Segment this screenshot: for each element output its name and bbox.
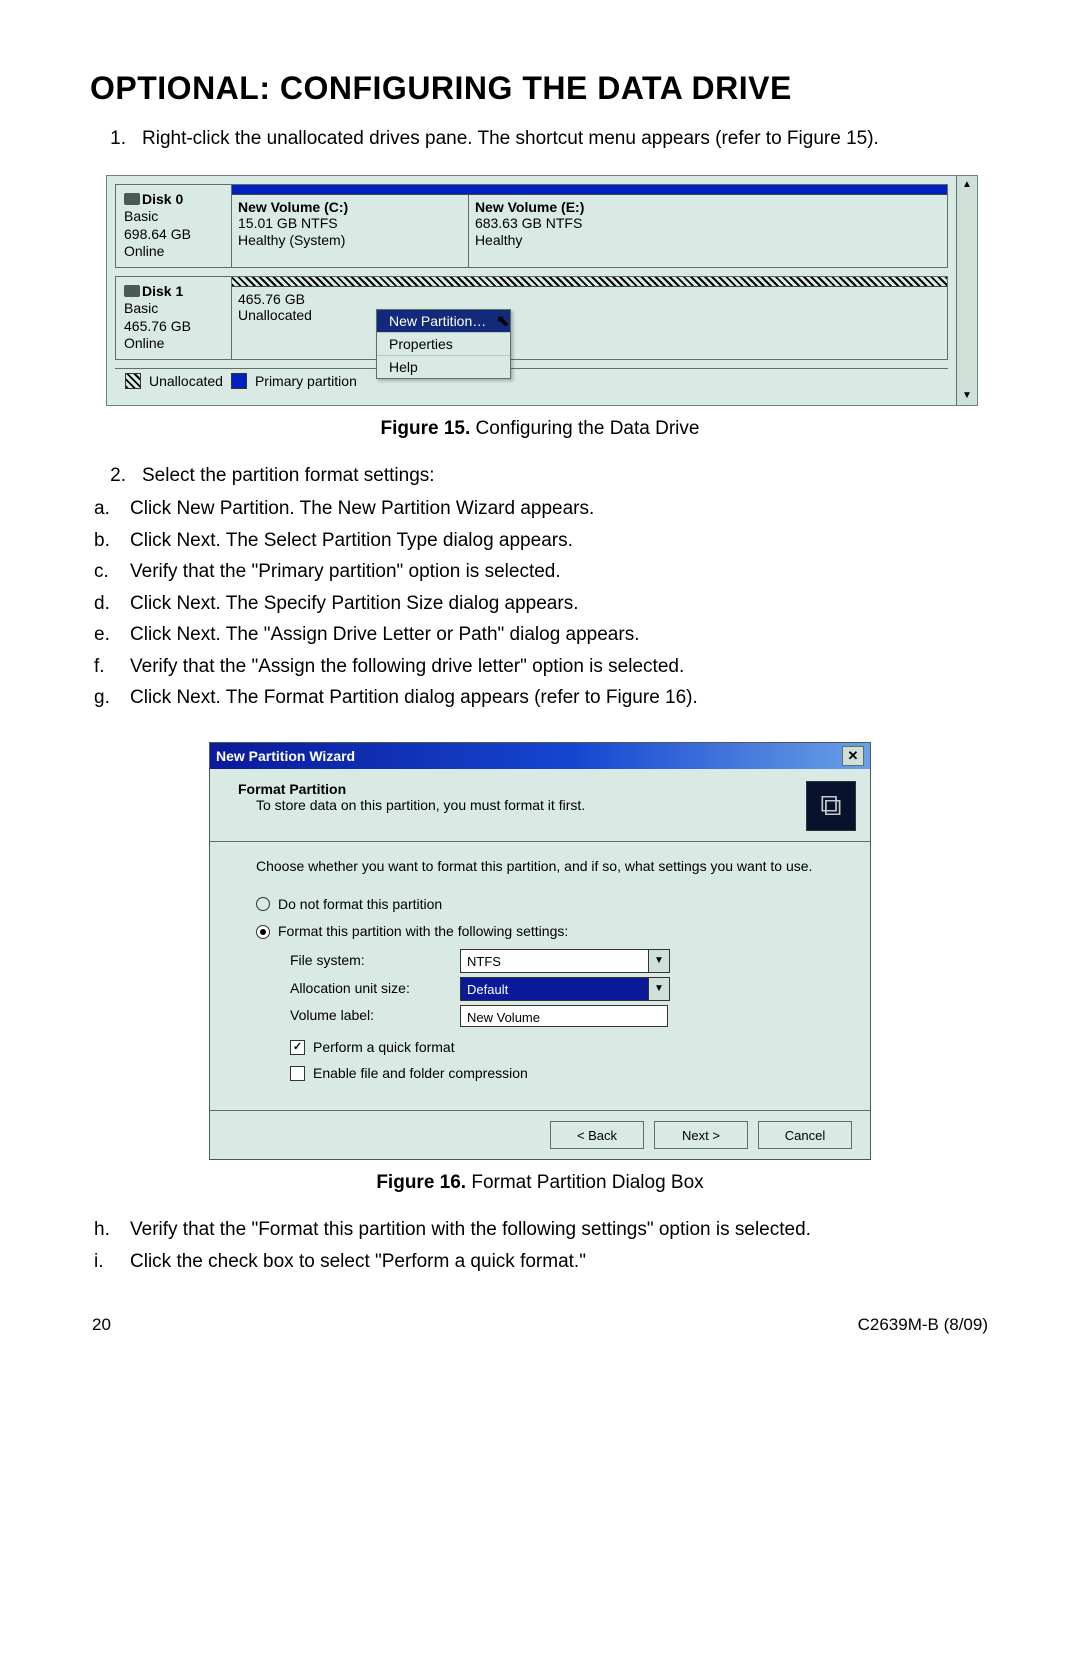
scrollbar[interactable]: ▲ ▼ <box>956 176 977 405</box>
cancel-button[interactable]: Cancel <box>758 1121 852 1149</box>
back-button[interactable]: < Back <box>550 1121 644 1149</box>
volume-c[interactable]: New Volume (C:) 15.01 GB NTFS Healthy (S… <box>232 195 468 267</box>
radio-do-not-format[interactable]: Do not format this partition <box>256 894 840 916</box>
substep: h.Verify that the "Format this partition… <box>90 1216 990 1244</box>
unallocated-region[interactable]: 465.76 GB Unallocated <box>232 287 947 359</box>
checkbox-quick-format[interactable]: Perform a quick format <box>290 1037 840 1059</box>
menu-properties[interactable]: Properties <box>377 333 510 356</box>
substep: e.Click Next. The "Assign Drive Letter o… <box>90 621 990 649</box>
chevron-down-icon: ▼ <box>648 950 669 972</box>
doc-id: C2639M-B (8/09) <box>858 1315 988 1335</box>
disk-icon <box>124 193 140 205</box>
substep: i.Click the check box to select "Perform… <box>90 1248 990 1276</box>
checkbox-icon <box>290 1066 305 1081</box>
substep: c.Verify that the "Primary partition" op… <box>90 558 990 586</box>
legend: Unallocated Primary partition <box>115 368 948 397</box>
page-heading: Optional: Configuring the Data Drive <box>90 70 990 107</box>
figure-15-caption: Figure 15. Configuring the Data Drive <box>90 418 990 440</box>
close-button[interactable]: ✕ <box>842 746 864 766</box>
volume-label-label: Volume label: <box>290 1005 460 1027</box>
disk-0-row: Disk 0 Basic 698.64 GB Online New Volume… <box>115 184 948 268</box>
close-icon: ✕ <box>848 748 859 764</box>
figure-15-disk-management: Disk 0 Basic 698.64 GB Online New Volume… <box>106 175 978 406</box>
scroll-down-icon[interactable]: ▼ <box>962 387 972 405</box>
allocation-unit-label: Allocation unit size: <box>290 978 460 1000</box>
scroll-up-icon[interactable]: ▲ <box>962 176 972 194</box>
substep: a.Click New Partition. The New Partition… <box>90 495 990 523</box>
file-system-select[interactable]: NTFS▼ <box>460 949 670 973</box>
checkbox-compression[interactable]: Enable file and folder compression <box>290 1063 840 1085</box>
legend-unallocated-swatch <box>125 373 141 389</box>
menu-new-partition[interactable]: New Partition… <box>377 310 510 333</box>
chevron-down-icon: ▼ <box>648 978 669 1000</box>
wizard-header: Format Partition To store data on this p… <box>238 781 806 831</box>
partition-icon: ⧉ <box>806 781 856 831</box>
page-number: 20 <box>92 1315 111 1335</box>
menu-help[interactable]: Help <box>377 356 510 378</box>
volume-label-input[interactable]: New Volume <box>460 1005 668 1027</box>
disk-icon <box>124 285 140 297</box>
figure-16-caption: Figure 16. Format Partition Dialog Box <box>90 1172 990 1194</box>
wizard-title-bar: New Partition Wizard ✕ <box>210 743 870 769</box>
substep: g.Click Next. The Format Partition dialo… <box>90 684 990 712</box>
file-system-label: File system: <box>290 950 460 972</box>
radio-icon <box>256 925 270 939</box>
checkbox-icon <box>290 1040 305 1055</box>
substep: d.Click Next. The Specify Partition Size… <box>90 590 990 618</box>
wizard-intro: Choose whether you want to format this p… <box>256 856 840 878</box>
substep: f.Verify that the "Assign the following … <box>90 653 990 681</box>
figure-16-wizard: New Partition Wizard ✕ Format Partition … <box>209 742 871 1160</box>
step-2: 2.Select the partition format settings: <box>90 462 990 490</box>
primary-partition-bar <box>232 185 947 195</box>
volume-e[interactable]: New Volume (E:) 683.63 GB NTFS Healthy <box>468 195 947 267</box>
radio-icon <box>256 897 270 911</box>
next-button[interactable]: Next > <box>654 1121 748 1149</box>
unallocated-bar <box>232 277 947 287</box>
disk-1-row: Disk 1 Basic 465.76 GB Online 465.76 GB … <box>115 276 948 360</box>
radio-format-with-settings[interactable]: Format this partition with the following… <box>256 921 840 943</box>
step-1: 1.Right-click the unallocated drives pan… <box>90 125 990 153</box>
allocation-unit-select[interactable]: Default▼ <box>460 977 670 1001</box>
context-menu: New Partition… Properties Help <box>376 309 511 379</box>
legend-primary-swatch <box>231 373 247 389</box>
substep: b.Click Next. The Select Partition Type … <box>90 527 990 555</box>
